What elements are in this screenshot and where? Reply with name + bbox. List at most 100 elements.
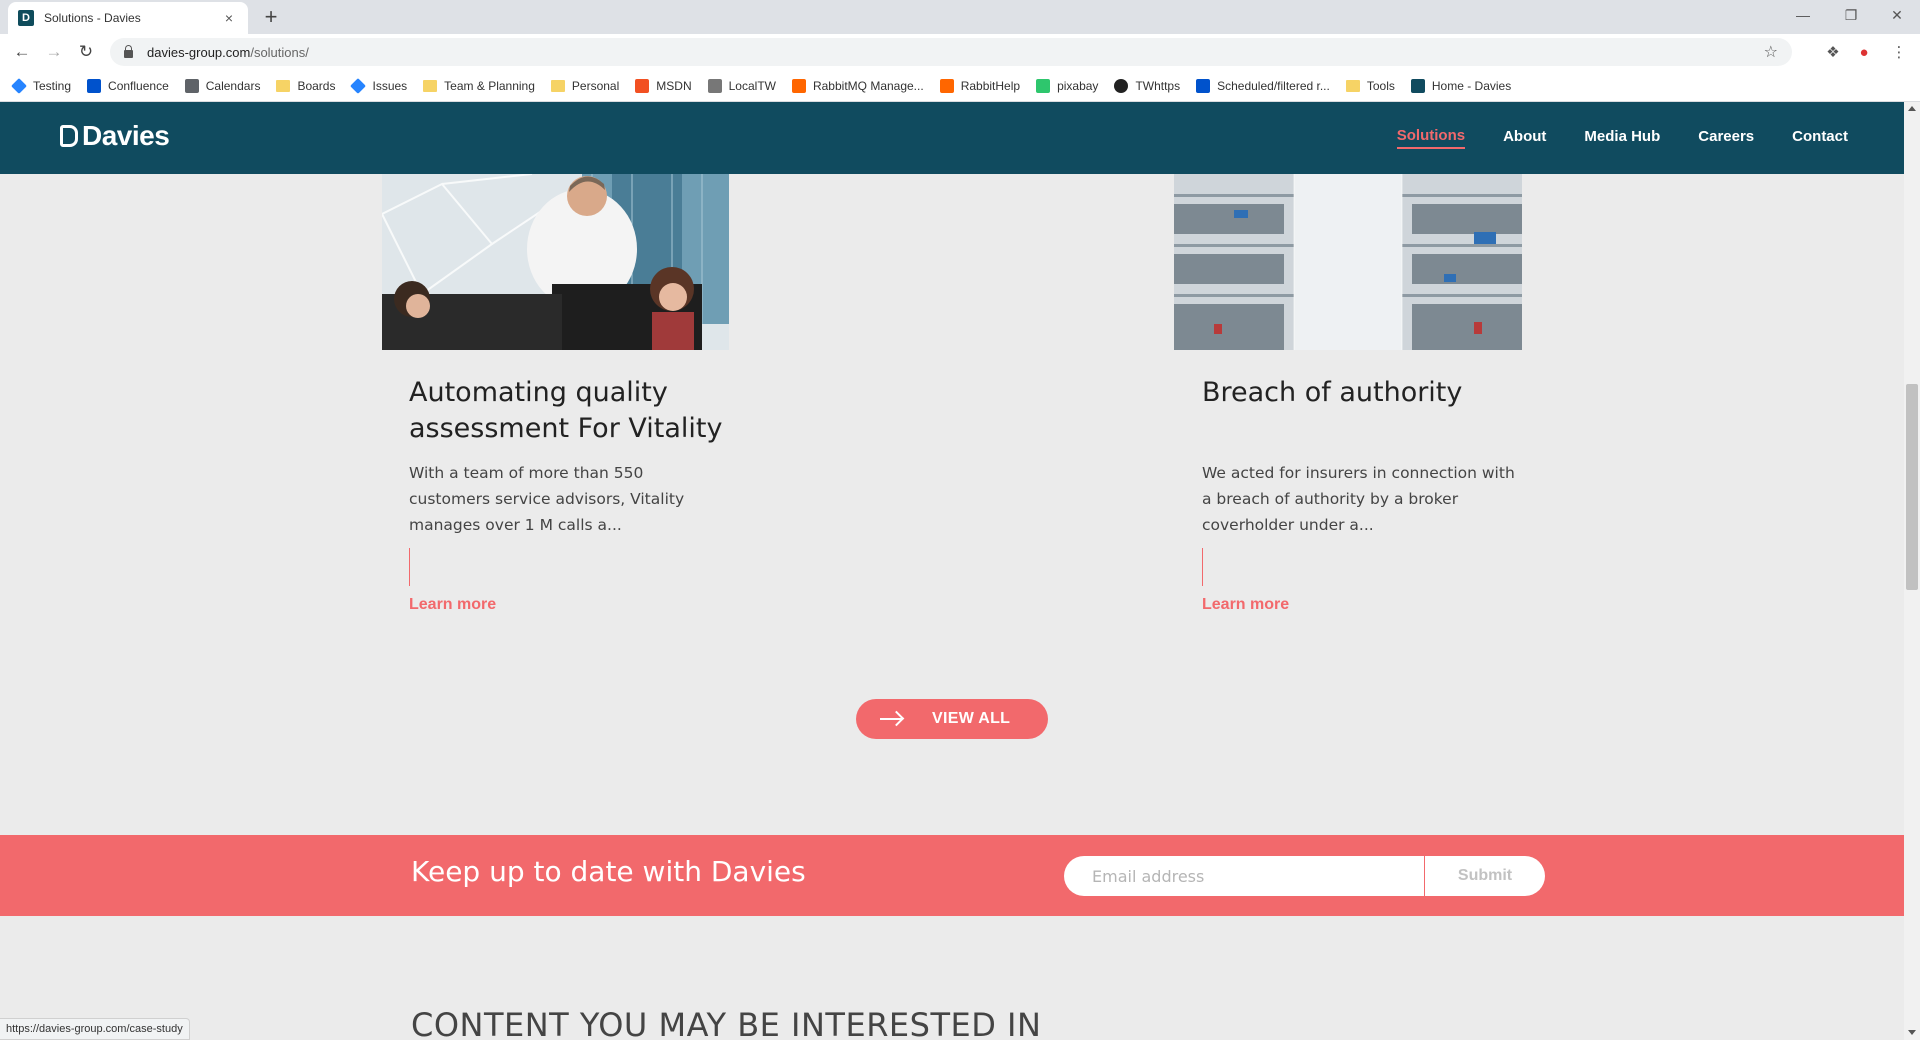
page-icon <box>707 78 722 93</box>
bookmark-label: pixabay <box>1057 78 1099 93</box>
card-1-divider <box>409 548 410 586</box>
bookmark-label: Home - Davies <box>1431 78 1512 93</box>
bookmark-label: RabbitMQ Manage... <box>812 78 924 93</box>
bookmark-label: MSDN <box>656 78 692 93</box>
bookmark-star-icon[interactable]: ☆ <box>1764 42 1778 62</box>
bookmark-label: Personal <box>571 78 620 93</box>
folder-icon <box>276 79 291 92</box>
davies-logo-icon <box>60 125 78 147</box>
card-2-learn-more-link[interactable]: Learn more <box>1202 596 1289 614</box>
confluence-icon <box>87 78 102 93</box>
davies-icon <box>1410 78 1425 93</box>
arrow-right-icon <box>880 718 902 720</box>
nav-about[interactable]: About <box>1503 128 1546 148</box>
bookmark-item[interactable]: Confluence <box>87 78 169 93</box>
newsletter-banner: Keep up to date with Davies Submit <box>0 835 1904 916</box>
bookmark-item[interactable]: TWhttps <box>1114 78 1181 93</box>
nav-media-hub[interactable]: Media Hub <box>1584 128 1660 148</box>
rabbitmq-icon <box>939 78 954 93</box>
forward-icon[interactable]: → <box>42 40 66 64</box>
browser-tab[interactable]: D Solutions - Davies × <box>8 2 248 34</box>
davies-logo[interactable]: Davies <box>60 120 170 152</box>
submit-button[interactable]: Submit <box>1425 856 1545 896</box>
circle-icon <box>1114 78 1129 93</box>
calendar-icon <box>184 78 199 93</box>
link-status-bar: https://davies-group.com/case-study <box>0 1018 190 1040</box>
bookmark-label: Boards <box>297 78 336 93</box>
scroll-up-icon[interactable] <box>1908 106 1916 111</box>
nav-contact[interactable]: Contact <box>1792 128 1848 148</box>
bookmarks-bar: Testing Confluence Calendars Boards Issues Te… <box>0 70 1920 102</box>
card-1-excerpt: With a team of more than 550 customers s… <box>409 464 685 534</box>
office-team-photo[interactable] <box>382 174 729 350</box>
tab-close-icon[interactable]: × <box>220 10 238 26</box>
bookmark-item[interactable]: Team & Planning <box>423 79 535 93</box>
bookmark-item[interactable]: RabbitHelp <box>939 78 1021 93</box>
folder-icon <box>1345 79 1360 92</box>
bookmark-item[interactable]: RabbitMQ Manage... <box>791 78 924 93</box>
card-2-excerpt: We acted for insurers in connection with… <box>1202 464 1515 534</box>
minimize-icon[interactable]: — <box>1780 0 1826 30</box>
view-all-label: VIEW ALL <box>932 710 1011 727</box>
browser-tabstrip: D Solutions - Davies × + — ❐ ✕ <box>0 0 1920 34</box>
microsoft-icon <box>635 78 650 93</box>
bookmark-item[interactable]: Testing <box>11 77 72 94</box>
bookmark-label: Tools <box>1366 78 1395 93</box>
window-close-icon[interactable]: ✕ <box>1874 0 1920 30</box>
email-field[interactable] <box>1064 856 1424 896</box>
rabbitmq-icon <box>791 78 806 93</box>
tab-title: Solutions - Davies <box>44 11 141 25</box>
office-atrium-photo[interactable] <box>1174 174 1522 350</box>
url-text: davies-group.com/solutions/ <box>147 44 309 60</box>
bookmark-label: Scheduled/filtered r... <box>1217 78 1330 93</box>
confluence-icon <box>1196 78 1211 93</box>
bookmark-label: LocalTW <box>728 78 776 93</box>
restore-icon[interactable]: ❐ <box>1828 0 1874 30</box>
card-1-title[interactable]: Automating quality assessment For Vitali… <box>409 375 722 447</box>
diamond-icon <box>11 77 27 94</box>
back-icon[interactable]: ← <box>10 40 34 64</box>
scroll-down-icon[interactable] <box>1908 1030 1916 1035</box>
main-nav: Solutions About Media Hub Careers Contac… <box>1359 102 1848 174</box>
bookmark-item[interactable]: Calendars <box>184 78 261 93</box>
bookmark-label: Testing <box>33 78 72 93</box>
browser-toolbar: ← → ↻ davies-group.com/solutions/ ☆ ❖ ● … <box>0 34 1920 70</box>
view-all-button[interactable]: VIEW ALL <box>856 699 1048 739</box>
bookmark-label: Calendars <box>205 78 261 93</box>
folder-icon <box>423 79 438 92</box>
bookmark-item[interactable]: pixabay <box>1036 78 1099 93</box>
site-header: Davies Solutions About Media Hub Careers… <box>0 102 1904 174</box>
bookmark-item[interactable]: Issues <box>350 77 408 94</box>
bookmark-item[interactable]: Scheduled/filtered r... <box>1196 78 1330 93</box>
folder-icon <box>550 79 565 92</box>
logo-text: Davies <box>82 120 170 151</box>
nav-solutions[interactable]: Solutions <box>1396 127 1466 149</box>
bookmark-label: Team & Planning <box>444 78 535 93</box>
bookmark-label: TWhttps <box>1135 78 1181 93</box>
newsletter-heading: Keep up to date with Davies <box>411 855 806 888</box>
bookmark-label: Confluence <box>108 78 169 93</box>
reload-icon[interactable]: ↻ <box>74 40 98 64</box>
pixabay-icon <box>1036 78 1051 93</box>
bookmark-item[interactable]: Tools <box>1345 78 1395 93</box>
bookmark-label: RabbitHelp <box>960 78 1021 93</box>
extensions-icon[interactable]: ❖ <box>1822 42 1844 64</box>
card-2-title[interactable]: Breach of authority <box>1202 375 1462 411</box>
bookmark-item[interactable]: MSDN <box>635 78 692 93</box>
lock-icon <box>124 44 133 58</box>
bookmark-item[interactable]: LocalTW <box>707 78 776 93</box>
card-2-divider <box>1202 548 1203 586</box>
bookmark-item[interactable]: Personal <box>550 78 620 93</box>
bookmark-item[interactable]: Boards <box>276 79 335 93</box>
menu-icon[interactable]: ⋮ <box>1888 42 1910 64</box>
diamond-icon <box>350 77 367 94</box>
bookmark-item[interactable]: Home - Davies <box>1410 78 1512 93</box>
profile-avatar-icon[interactable]: ● <box>1853 42 1875 64</box>
bookmark-label: Issues <box>372 78 408 93</box>
new-tab-button[interactable]: + <box>258 4 284 30</box>
card-1-learn-more-link[interactable]: Learn more <box>409 596 496 614</box>
nav-careers[interactable]: Careers <box>1698 128 1754 148</box>
address-bar[interactable]: davies-group.com/solutions/ ☆ <box>110 38 1792 66</box>
davies-favicon-icon: D <box>18 10 34 26</box>
scrollbar-thumb[interactable] <box>1906 384 1918 590</box>
